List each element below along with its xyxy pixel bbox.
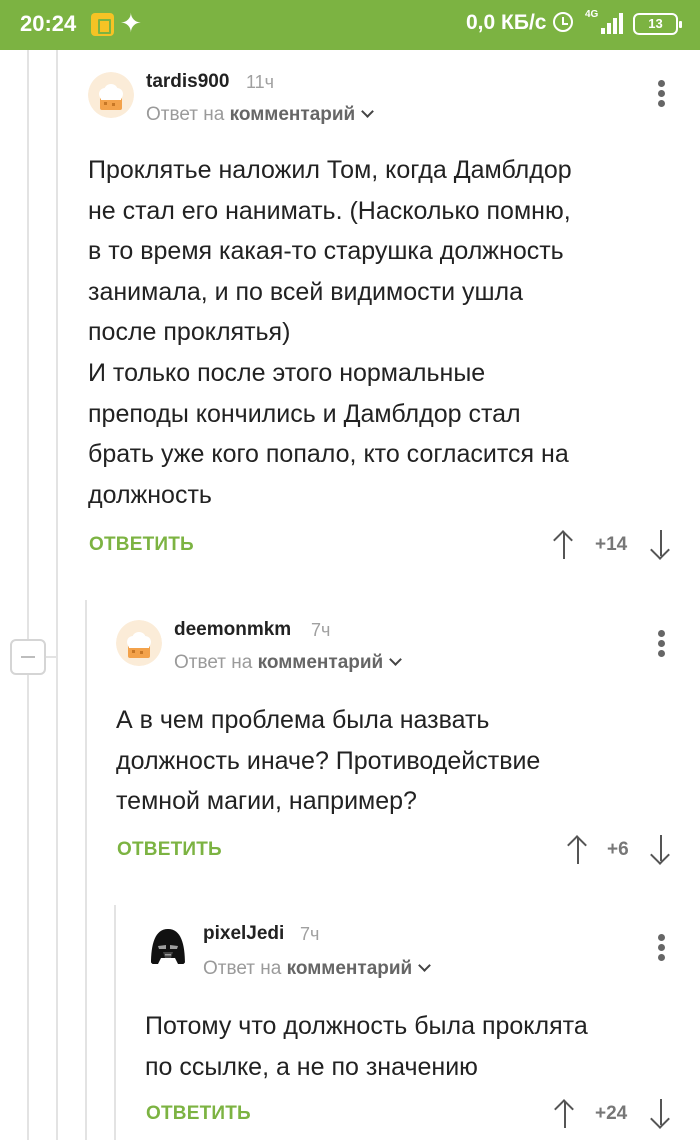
battery-level: 13	[648, 16, 663, 31]
reply-to-link[interactable]: Ответ на комментарий	[203, 958, 432, 980]
thread-line-level-2	[114, 905, 116, 1140]
comment: deemonmkm 7ч Ответ на комментарий А в че…	[116, 619, 688, 880]
chevron-down-icon	[418, 959, 432, 972]
notification-app-icon	[91, 13, 114, 36]
upvote-arrow-icon[interactable]	[566, 835, 590, 865]
status-time: 20:24	[20, 11, 77, 36]
upvote-arrow-icon[interactable]	[553, 1099, 577, 1129]
downvote-arrow-icon[interactable]	[649, 530, 673, 560]
chevron-down-icon	[389, 653, 403, 666]
reply-to-link[interactable]: Ответ на комментарий	[174, 652, 403, 674]
reply-button[interactable]: ОТВЕТИТЬ	[117, 839, 222, 861]
more-options-icon[interactable]	[655, 630, 669, 660]
upvote-arrow-icon[interactable]	[552, 530, 576, 560]
reply-to-target: комментарий	[286, 958, 413, 979]
more-options-icon[interactable]	[655, 80, 669, 110]
battery-icon: 13	[633, 13, 682, 35]
thread-line-level-1	[85, 600, 87, 1140]
comment-text: Потому что должность была проклята по сс…	[145, 1012, 588, 1081]
comment-score: +14	[595, 534, 628, 555]
thread-branch	[46, 656, 56, 658]
comment-age: 11ч	[246, 72, 275, 92]
thread-line-level-0	[27, 50, 29, 639]
reply-to-target: комментарий	[257, 652, 384, 673]
more-options-icon[interactable]	[655, 934, 669, 964]
reply-to-link[interactable]: Ответ на комментарий	[146, 104, 375, 126]
darth-vader-avatar-icon[interactable]	[145, 924, 191, 970]
reply-to-prefix: Ответ на	[174, 652, 253, 673]
reply-button[interactable]: ОТВЕТИТЬ	[89, 534, 194, 556]
reply-button[interactable]: ОТВЕТИТЬ	[146, 1103, 251, 1125]
network-type: 4G	[585, 9, 599, 20]
collapse-thread-button[interactable]	[10, 639, 46, 675]
sparkle-icon: ✦	[120, 8, 142, 38]
reply-to-prefix: Ответ на	[203, 958, 282, 979]
chef-hat-avatar-icon[interactable]	[116, 620, 162, 666]
reply-to-prefix: Ответ на	[146, 104, 225, 125]
chevron-down-icon	[361, 105, 375, 118]
comment-author[interactable]: tardis900	[146, 71, 229, 93]
chef-hat-avatar-icon[interactable]	[88, 72, 134, 118]
alarm-icon	[553, 12, 573, 32]
reply-to-target: комментарий	[229, 104, 356, 125]
comment: tardis900 11ч Ответ на комментарий Прокл…	[88, 71, 688, 572]
comment: pixelJedi 7ч Ответ на комментарий Потому…	[145, 923, 688, 1134]
comment-score: +6	[607, 839, 629, 860]
comment-age: 7ч	[311, 620, 331, 640]
comment-text: Проклятье наложил Том, когда Дамблдор не…	[88, 156, 572, 509]
comment-age: 7ч	[300, 924, 320, 944]
network-speed: 0,0 КБ/с	[466, 11, 547, 34]
downvote-arrow-icon[interactable]	[649, 835, 673, 865]
comment-author[interactable]: deemonmkm	[174, 619, 291, 641]
comment-text: А в чем проблема была назвать должность …	[116, 706, 541, 816]
comment-author[interactable]: pixelJedi	[203, 923, 284, 945]
status-bar: 20:24 ✦ 0,0 КБ/с 4G 13	[0, 0, 700, 50]
signal-icon: 4G	[585, 10, 625, 36]
thread-line-level-0b	[56, 50, 58, 1140]
downvote-arrow-icon[interactable]	[649, 1099, 673, 1129]
comment-score: +24	[595, 1103, 628, 1124]
thread-line-level-0-lower	[27, 675, 29, 1140]
